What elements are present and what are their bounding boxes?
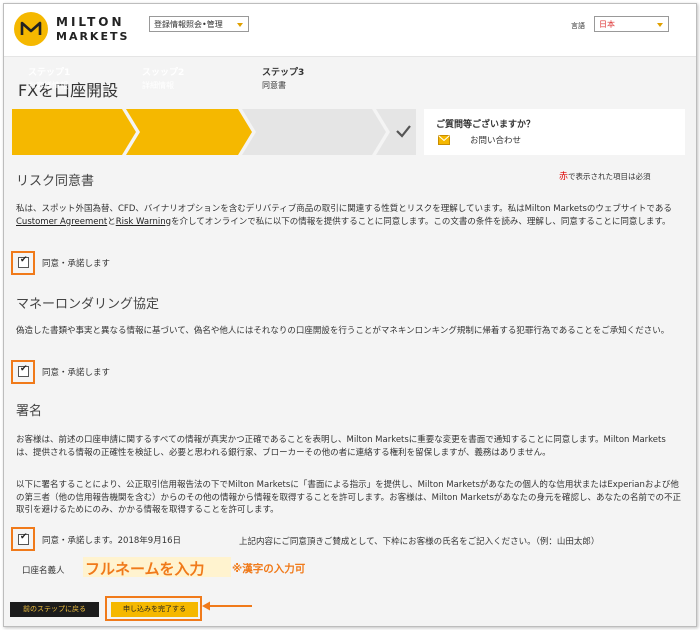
chevron-down-icon [237,23,243,27]
step-progress-bar [12,109,416,155]
mail-icon [438,135,450,145]
aml-agree-checkbox[interactable]: ✔ [18,364,29,377]
checkmark-icon: ✔ [20,364,28,374]
back-button[interactable]: 前のステップに戻る [10,602,99,617]
chevron-down-icon [657,23,663,27]
step-2-bg [126,109,252,155]
required-mark: 赤 [559,172,569,182]
checkmark-icon: ✔ [20,255,28,265]
checkmark-icon: ✔ [20,532,28,542]
signature-agree-label: 同意・承諾します。2018年9月16日 [42,536,182,546]
risk-text-b: と [107,216,116,227]
step-2-subtitle: 詳細情報 [142,81,174,90]
required-text: で表示された項目は必須 [568,172,651,181]
help-question: ご質問等ございますか？ [436,120,536,130]
aml-heading: マネーロンダリング協定 [16,297,160,312]
required-note: 赤で表示された項目は必須 [559,169,651,182]
milton-markets-logo[interactable]: MILTON MARKETS [14,12,134,46]
signature-agree-checkbox[interactable]: ✔ [18,532,29,545]
step-1-bg [12,109,136,155]
aml-text: 偽造した書類や事実と異なる情報に基づいて、偽名や他人にはそれなりの口座開設を行う… [16,326,670,336]
signature-note: 上記内容にご同意頂きご賛成として、下枠にお客様の氏名をご記入ください。（例：山田… [239,537,600,547]
account-menu-value: 登録情報照会•管理 [154,20,223,29]
risk-agree-label: 同意・承諾します [42,259,111,269]
risk-text-c: を介してオンラインで私に以下の情報を提供することに同意します。この文書の条件を読… [171,216,671,227]
submit-button[interactable]: 申し込みを完了する [111,602,198,617]
arrow-left-icon [202,601,252,611]
step-3-bg [242,109,386,155]
main-content: FXを口座開設 ステップ1 お客様情報 スッップ2 詳細情報 ステップ3 同意書… [4,57,696,626]
step-2: スッップ2 詳細情報 [128,57,238,103]
risk-heading: リスク同意書 [16,174,95,189]
risk-text: 私は、スポット外国為替、CFD、バイナリオプションを含むデリバティブ商品の取引に… [16,203,682,228]
contact-link[interactable]: お問い合わせ [470,134,521,146]
step-1: ステップ1 お客様情報 [12,57,132,103]
aml-agree-label: 同意・承諾します [42,368,111,378]
step-3-subtitle: 同意書 [262,81,286,90]
window-frame: MILTON MARKETS 登録情報照会•管理 言語 日本 FXを口座開設 ス… [3,3,697,627]
account-menu-select[interactable]: 登録情報照会•管理 [149,16,249,32]
kanji-note: ※漢字の入力可 [232,563,306,575]
help-box: ご質問等ございますか？ お問い合わせ [424,109,685,155]
logo-icon [14,12,48,46]
risk-warning-link[interactable]: Risk Warning [116,217,171,227]
top-bar: MILTON MARKETS 登録情報照会•管理 言語 日本 [4,4,696,57]
step-1-title: ステップ1 [28,68,71,78]
logo-text-line1: MILTON [56,15,125,29]
step-3: ステップ3 同意書 [244,57,364,103]
risk-agree-checkbox[interactable]: ✔ [18,255,29,268]
step-2-title: スッップ2 [142,68,185,78]
signature-heading: 署名 [16,404,43,419]
signature-text-2: 以下に署名することにより、公正取引信用報告法の下でMilton Marketsに… [16,480,681,515]
language-label: 言語 [571,22,585,30]
logo-text-line2: MARKETS [56,30,130,43]
language-value: 日本 [599,20,615,29]
risk-text-a: 私は、スポット外国為替、CFD、バイナリオプションを含むデリバティブ商品の取引に… [16,204,672,214]
signature-text-1: お客様は、前述の口座申請に関するすべての情報が真実かつ正確であることを表明し、M… [16,435,666,458]
account-holder-label: 口座名義人 [22,566,65,576]
step-3-title: ステップ3 [262,68,305,78]
language-select[interactable]: 日本 [594,16,669,32]
account-holder-placeholder: フルネームを入力 [85,560,205,578]
step-1-subtitle: お客様情報 [28,81,68,90]
customer-agreement-link[interactable]: Customer Agreement [16,217,107,227]
